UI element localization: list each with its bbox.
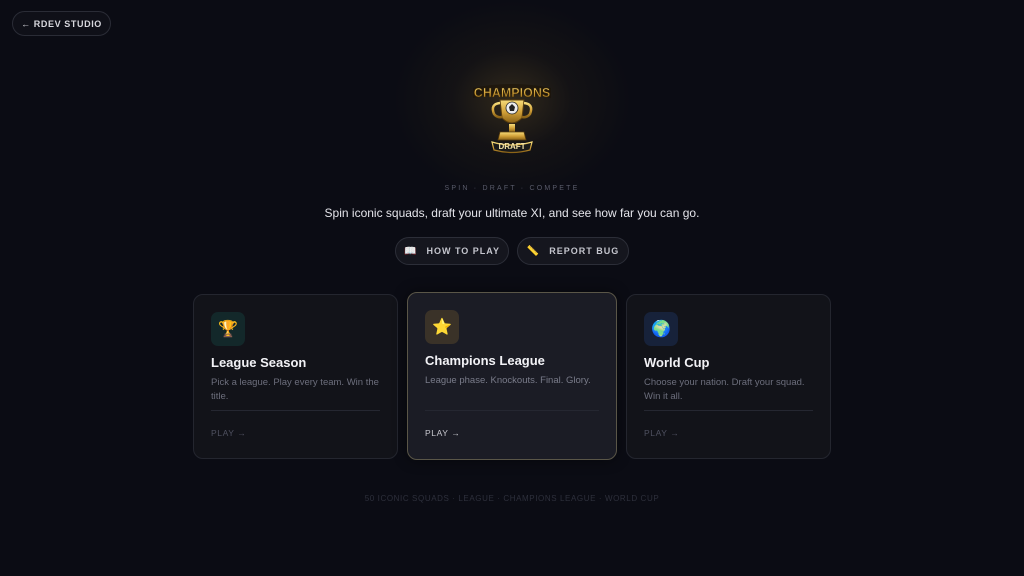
back-to-studio-button[interactable]: ← RDEV STUDIO [12,11,111,36]
mode-card-world-cup[interactable]: 🌍 World Cup Choose your nation. Draft yo… [626,294,831,459]
play-link[interactable]: PLAY → [644,428,679,438]
mode-description: Pick a league. Play every team. Win the … [211,377,379,402]
card-divider [644,410,813,411]
play-link[interactable]: PLAY → [425,428,460,438]
mode-title: League Season [211,355,307,370]
mode-description: League phase. Knockouts. Final. Glory. [425,375,591,386]
trophy-icon: 🏆 [211,312,245,346]
mode-card-league-season[interactable]: 🏆 League Season Pick a league. Play ever… [193,294,398,459]
mode-description: Choose your nation. Draft your squad. Wi… [644,377,805,402]
tagline: SPIN · DRAFT · COMPETE [444,185,580,192]
ruler-icon: 📏 [526,245,541,257]
mode-title: World Cup [644,355,710,370]
globe-icon: 🌍 [644,312,678,346]
hero-subtitle: Spin iconic squads, draft your ultimate … [324,206,700,220]
mode-title: Champions League [425,353,545,368]
mode-card-champions-league[interactable]: ⭐ Champions League League phase. Knockou… [407,292,617,460]
champions-draft-logo: DRAFT CHAMPIONS [473,84,551,154]
card-divider [211,410,380,411]
logo-text-champions: CHAMPIONS [474,86,550,100]
how-to-play-label: HOW TO PLAY [426,246,500,256]
star-icon: ⭐ [425,310,459,344]
book-icon: 📖 [404,245,418,257]
report-bug-label: REPORT BUG [549,246,620,256]
footer-text: 50 ICONIC SQUADS · LEAGUE · CHAMPIONS LE… [364,494,660,503]
card-divider [425,410,599,411]
play-link[interactable]: PLAY → [211,428,246,438]
logo-text-draft: DRAFT [498,142,525,151]
how-to-play-button[interactable]: 📖 HOW TO PLAY [395,237,509,265]
back-label: ← RDEV STUDIO [21,18,102,29]
report-bug-button[interactable]: 📏 REPORT BUG [517,237,629,265]
